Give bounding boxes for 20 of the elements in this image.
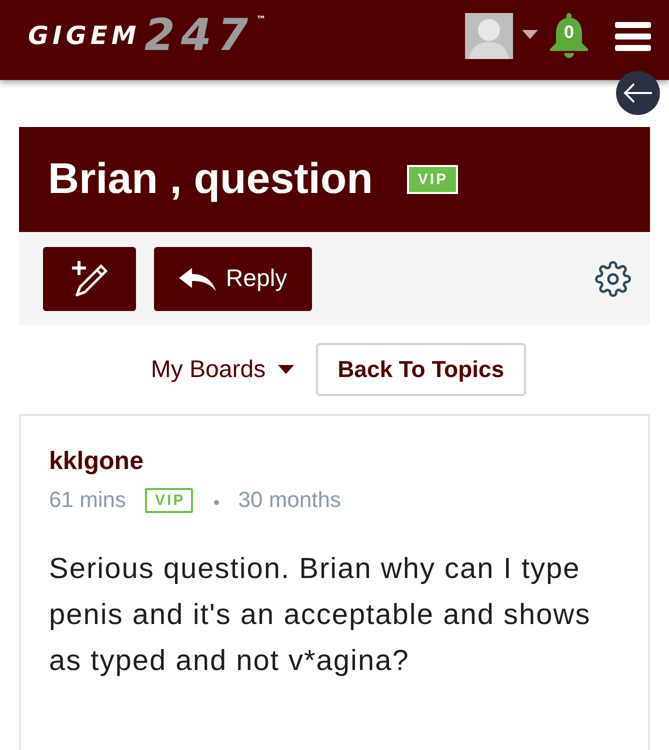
topic-title: Brian , question <box>48 155 373 204</box>
vip-badge: VIP <box>406 165 458 194</box>
reply-arrow-icon <box>178 268 216 290</box>
post-body: Serious question. Brian why can I type penis and it's an acceptable and shows as typed and not v*agina? <box>49 552 592 679</box>
post-author[interactable]: kklgone <box>49 446 144 476</box>
separator-dot-icon <box>214 500 220 504</box>
member-tenure: 30 months <box>238 487 341 513</box>
post-time: 61 mins <box>49 487 126 513</box>
new-post-button[interactable] <box>43 247 136 311</box>
reply-button[interactable]: Reply <box>154 247 312 311</box>
caret-icon <box>278 365 294 374</box>
notification-count: 0 <box>562 22 575 42</box>
pencil-plus-icon <box>72 260 108 298</box>
caret-icon[interactable] <box>522 30 538 38</box>
bell-icon[interactable] <box>548 13 590 59</box>
settings-icon[interactable] <box>594 260 632 298</box>
vip-badge: VIP <box>145 488 194 512</box>
menu-icon[interactable] <box>615 22 651 50</box>
back-to-topics-button[interactable]: Back To Topics <box>316 343 526 396</box>
my-boards-dropdown[interactable]: My Boards <box>150 356 294 384</box>
